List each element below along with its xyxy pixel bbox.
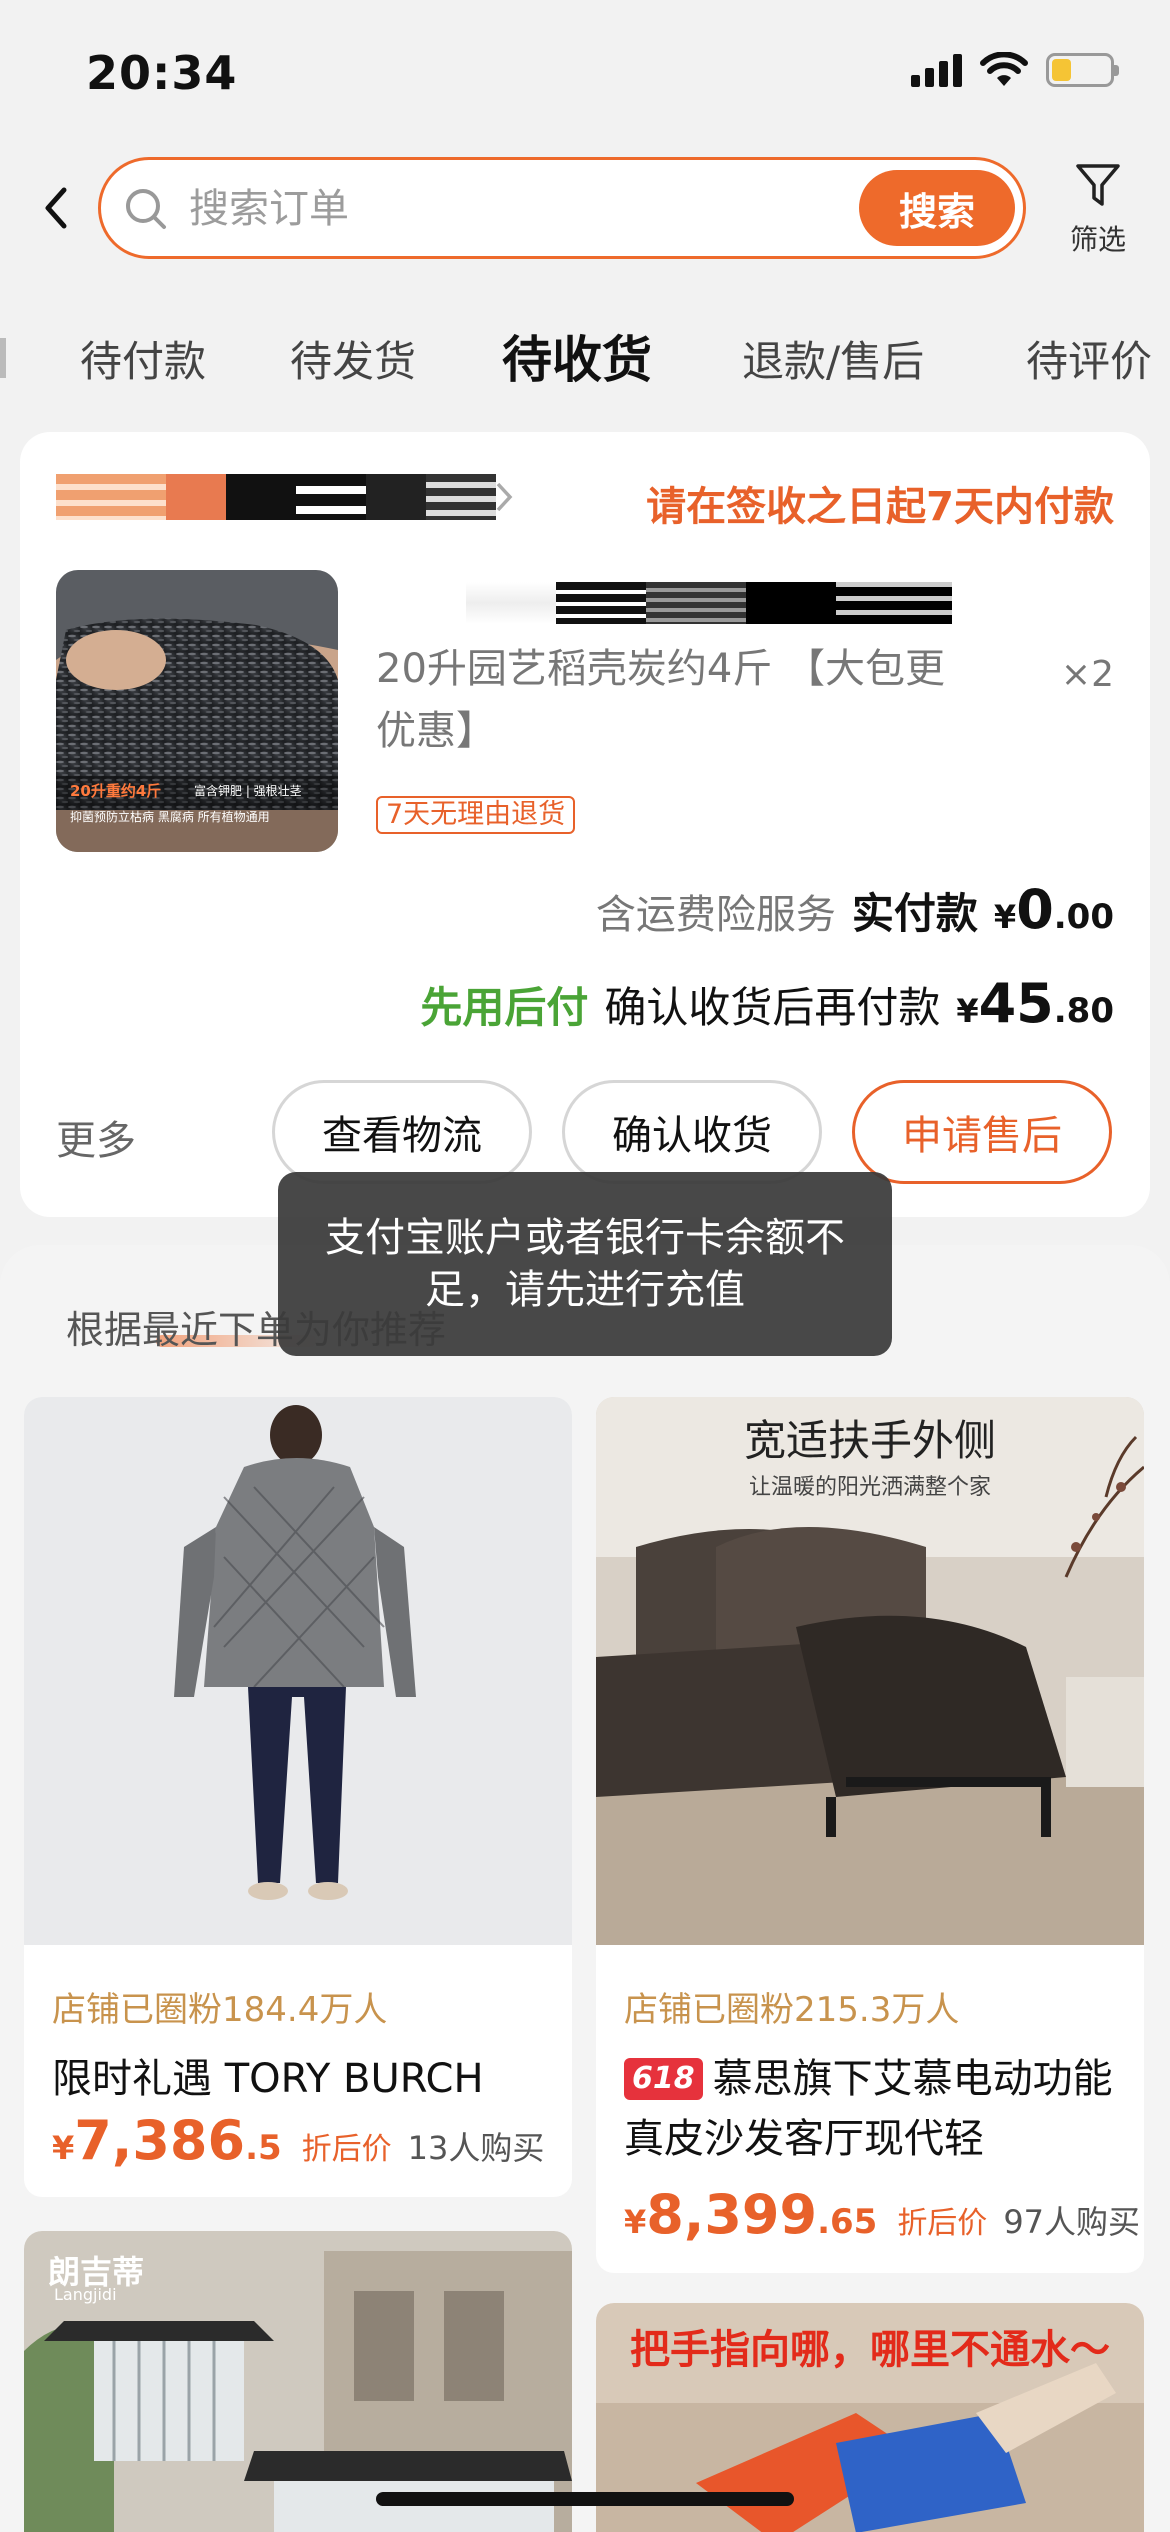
product-image-caption-3: 抑菌预防立枯病 黑腐病 所有植物通用	[70, 810, 270, 824]
product-image-caption-1: 20升重约4斤	[70, 782, 162, 800]
apply-aftersale-button[interactable]: 申请售后	[852, 1080, 1112, 1184]
status-time: 20:34	[86, 46, 238, 100]
filter-icon	[1076, 164, 1120, 206]
paid-amount-row: 含运费险服务 实付款 ¥0.00	[596, 878, 1114, 941]
tab-scroll-edge	[0, 338, 6, 378]
buyers-count: 13人购买	[407, 2129, 545, 2167]
price-row: ¥7,386.5 折后价 13人购买	[52, 2109, 544, 2172]
order-status-tabs: 待付款 待发货 待收货 退款/售后 待评价	[0, 318, 1170, 398]
discount-label: 折后价	[301, 2132, 392, 2167]
recommend-item-3[interactable]: 朗吉蒂 Langjidi	[24, 2231, 572, 2532]
wifi-icon	[980, 52, 1028, 86]
home-indicator[interactable]	[376, 2492, 794, 2506]
status-icons	[911, 52, 1119, 88]
tab-pending-review[interactable]: 待评价	[1026, 328, 1152, 389]
pay-later-amount: ¥45.80	[956, 972, 1114, 1035]
product-name: 限时礼遇 TORY BURCH	[52, 2056, 484, 2102]
recommend-item-2[interactable]: 宽适扶手外侧 让温暖的阳光洒满整个家 店铺已圈粉215.3万人 618 慕思旗下艾…	[596, 1397, 1144, 2273]
buyers-count: 97人购买	[1003, 2203, 1141, 2241]
search-button[interactable]: 搜索	[859, 170, 1015, 246]
product-name: 618 慕思旗下艾慕电动功能真皮沙发客厅现代轻	[624, 2056, 1113, 2162]
more-actions-link[interactable]: 更多	[56, 1108, 136, 1166]
pay-later-row: 先用后付 确认收货后再付款 ¥45.80	[420, 972, 1114, 1035]
back-arrow-icon[interactable]	[36, 178, 76, 238]
product-image-caption-2: 富含钾肥 | 强根壮茎	[194, 784, 302, 798]
order-card: 请在签收之日起7天内付款 20升重约4斤 富含钾肥 | 强根壮茎 抑菌预防立枯病…	[20, 432, 1150, 1217]
shop-name-redacted[interactable]	[56, 474, 516, 520]
discount-label: 折后价	[897, 2206, 988, 2241]
tab-pending-receipt[interactable]: 待收货	[502, 320, 652, 392]
shop-chevron-icon	[496, 482, 513, 512]
search-icon	[126, 189, 166, 229]
cellular-signal-icon	[911, 53, 962, 87]
view-logistics-button[interactable]: 查看物流	[272, 1080, 532, 1184]
shop-fans-count: 店铺已圈粉215.3万人	[624, 1990, 960, 2030]
shop-fans-count: 店铺已圈粉184.4万人	[52, 1990, 388, 2030]
recommend-item-1[interactable]: 店铺已圈粉184.4万人 限时礼遇 TORY BURCH ¥7,386.5 折后…	[24, 1397, 572, 2197]
return-policy-badge: 7天无理由退货	[376, 796, 576, 834]
paid-amount: ¥0.00	[993, 878, 1114, 941]
tab-pending-payment[interactable]: 待付款	[80, 328, 206, 389]
product-quantity: ×2	[1060, 654, 1114, 695]
search-input[interactable]	[189, 180, 789, 238]
insufficient-balance-toast: 支付宝账户或者银行卡余额不足，请先进行充值	[278, 1172, 892, 1356]
tab-refund-aftersale[interactable]: 退款/售后	[742, 328, 924, 389]
product-title[interactable]: 20升园艺稻壳炭约4斤 【大包更优惠】	[376, 638, 976, 762]
pay-after-receipt-text: 确认收货后再付款	[604, 983, 941, 1032]
confirm-receipt-button[interactable]: 确认收货	[562, 1080, 822, 1184]
product-image[interactable]: 20升重约4斤 富含钾肥 | 强根壮茎 抑菌预防立枯病 黑腐病 所有植物通用	[56, 570, 338, 852]
product-price: ¥7,386.5	[52, 2109, 282, 2172]
promo-badge-618: 618	[624, 2058, 703, 2100]
paid-label: 实付款	[851, 889, 978, 938]
image-subheadline: 让温暖的阳光洒满整个家	[748, 1475, 991, 1500]
image-headline: 宽适扶手外侧	[743, 1416, 996, 1465]
battery-icon	[1046, 53, 1119, 87]
product-sku-redacted	[466, 582, 952, 624]
tab-pending-shipment[interactable]: 待发货	[290, 328, 416, 389]
status-bar: 20:34	[0, 0, 1170, 150]
price-row: ¥8,399.65 折后价 97人购买	[624, 2183, 1140, 2246]
product-price: ¥8,399.65	[624, 2183, 878, 2246]
payment-notice: 请在签收之日起7天内付款	[646, 484, 1114, 530]
filter-button[interactable]: 筛选	[1060, 160, 1136, 270]
search-bar[interactable]: 搜索	[98, 157, 1026, 259]
image-headline: 把手指向哪，哪里不通水～	[630, 2327, 1110, 2373]
recommendation-section: 根据最近下单为你推荐 店铺已圈粉184.4万人 限时礼遇 TORY BURCH …	[0, 1245, 1170, 2532]
pay-later-label: 先用后付	[420, 983, 589, 1032]
filter-label: 筛选	[1069, 223, 1126, 256]
brand-logo-subtext: Langjidi	[54, 2285, 117, 2304]
product-image-jacket	[24, 1397, 572, 1945]
shipping-insurance-text: 含运费险服务	[595, 892, 836, 938]
